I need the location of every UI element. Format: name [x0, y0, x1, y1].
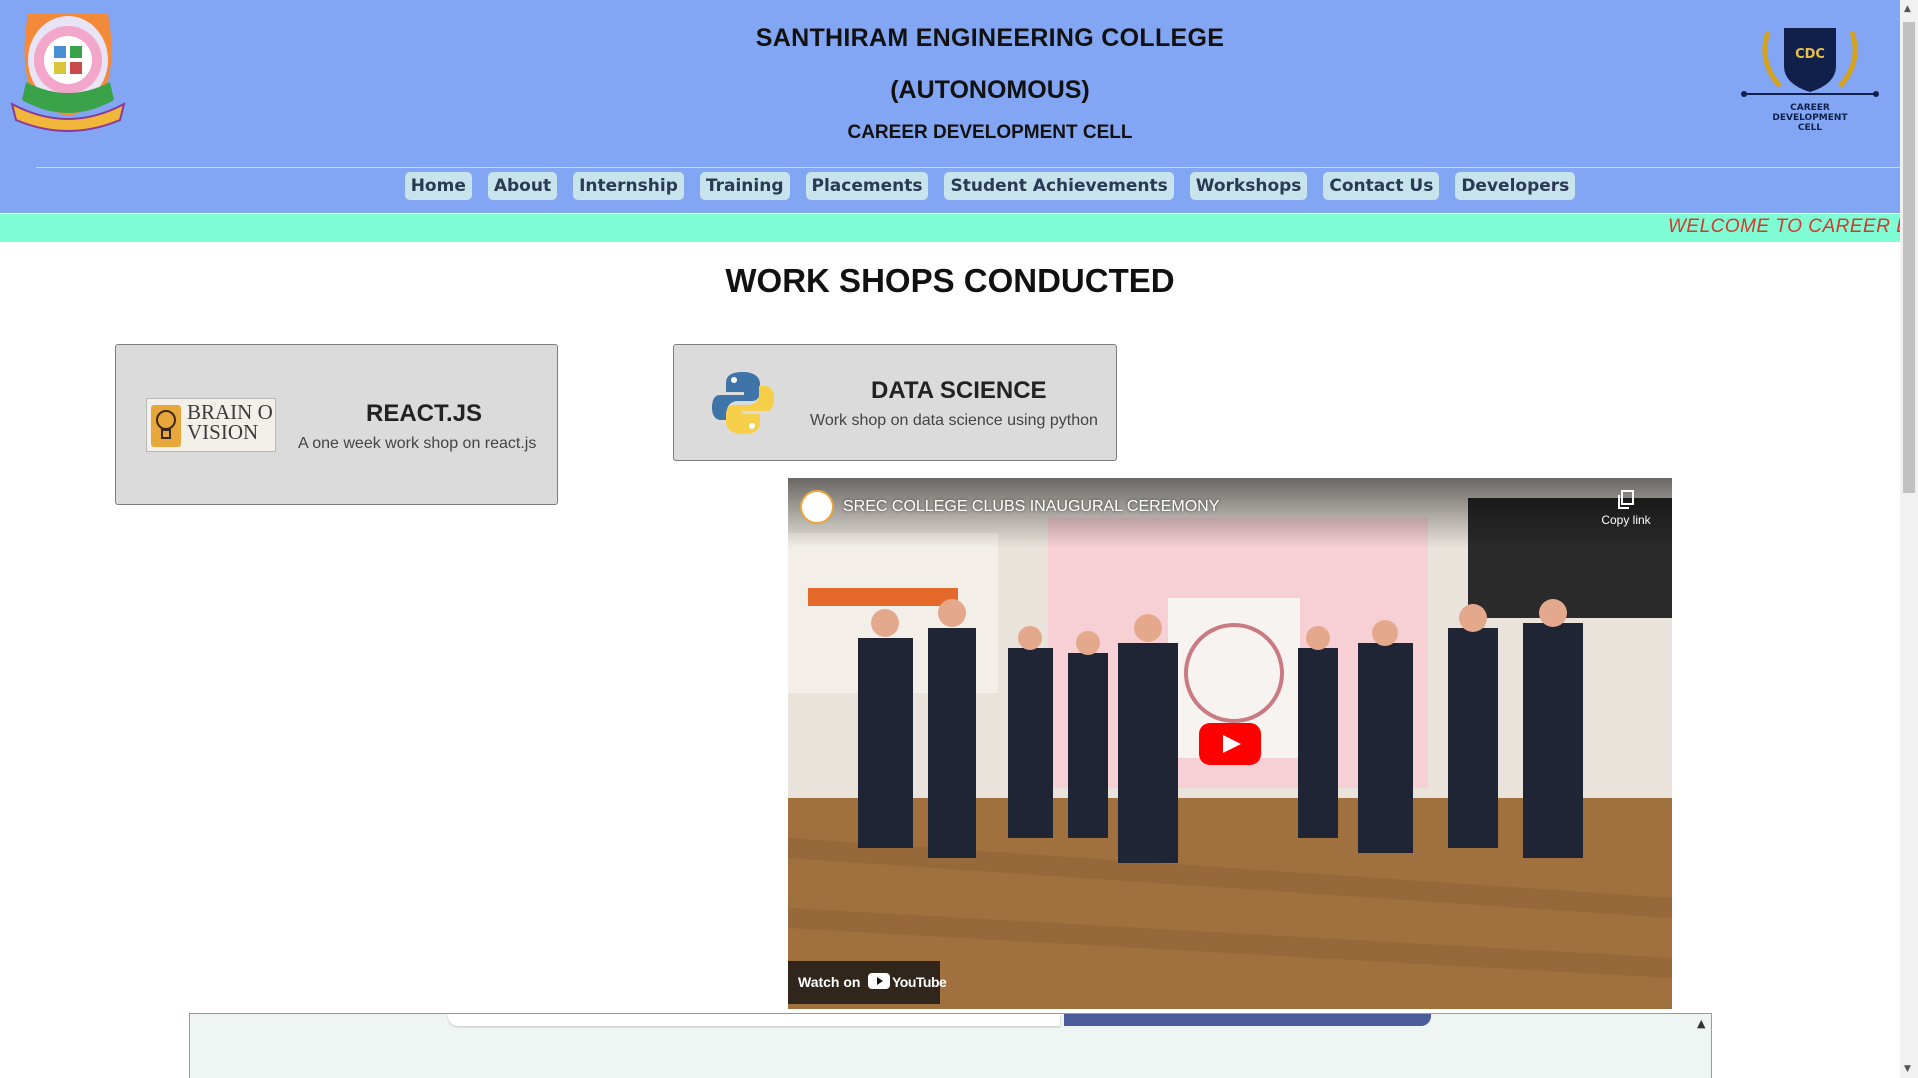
cdc-caption-2: DEVELOPMENT — [1772, 113, 1848, 123]
page-scrollbar[interactable]: ▲ ▼ — [1900, 0, 1918, 1078]
copy-link-button[interactable]: Copy link — [1596, 490, 1656, 527]
youtube-wordmark: YouTube — [892, 974, 947, 990]
copy-icon — [1618, 490, 1634, 509]
channel-avatar[interactable] — [800, 490, 834, 524]
college-title-block: SANTHIRAM ENGINEERING COLLEGE (AUTONOMOU… — [590, 18, 1390, 146]
workshop-title: DATA SCIENCE — [871, 377, 1047, 404]
workshop-card-reactjs[interactable]: BRAIN O VISION REACT.JS A one week work … — [115, 344, 558, 505]
nav-student-achievements[interactable]: Student Achievements — [944, 172, 1174, 200]
section-title: WORK SHOPS CONDUCTED — [725, 262, 1175, 299]
workshop-description: A one week work shop on react.js — [298, 435, 537, 452]
cdc-caption-1: CAREER — [1790, 103, 1830, 113]
frame-scroll-up-icon[interactable]: ▲ — [1697, 1017, 1705, 1030]
nav-home[interactable]: Home — [404, 172, 472, 200]
bulb-icon — [151, 405, 181, 447]
nav-contact-us[interactable]: Contact Us — [1323, 172, 1440, 200]
frame-banner-right — [1064, 1014, 1431, 1026]
nav-about[interactable]: About — [487, 172, 558, 200]
youtube-play-button-icon[interactable] — [1199, 723, 1261, 765]
site-header: SANTHIRAM ENGINEERING COLLEGE (AUTONOMOU… — [0, 0, 1900, 213]
video-title[interactable]: SREC COLLEGE CLUBS INAUGURAL CEREMONY — [843, 498, 1219, 516]
python-logo-icon — [712, 372, 774, 434]
frame-banner-left — [448, 1014, 1060, 1026]
cdc-logo: CDC CAREER DEVELOPMENT CELL — [1740, 22, 1880, 138]
watch-on-youtube-button[interactable]: Watch on YouTube — [788, 961, 947, 1004]
workshop-card-data-science[interactable]: DATA SCIENCE Work shop on data science u… — [673, 344, 1117, 461]
header-divider — [36, 167, 1900, 168]
embedded-frame[interactable]: ▲ — [189, 1013, 1712, 1078]
brain-o-vision-logo-text: BRAIN O VISION — [187, 400, 273, 444]
college-crest-logo — [10, 14, 126, 132]
scroll-up-arrow-icon[interactable]: ▲ — [1904, 4, 1911, 14]
nav-placements[interactable]: Placements — [805, 172, 929, 200]
youtube-logo-icon — [868, 973, 890, 989]
nav-training[interactable]: Training — [699, 172, 790, 200]
page: SANTHIRAM ENGINEERING COLLEGE (AUTONOMOU… — [0, 0, 1918, 1078]
nav-workshops[interactable]: Workshops — [1189, 172, 1308, 200]
brain-o-vision-logo: BRAIN O VISION — [146, 398, 276, 452]
scroll-down-arrow-icon[interactable]: ▼ — [1904, 1064, 1911, 1074]
workshop-description: Work shop on data science using python — [810, 412, 1098, 429]
cell-name: CAREER DEVELOPMENT CELL — [847, 122, 1133, 143]
cdc-logo-text: CDC — [1795, 47, 1825, 62]
nav-internship[interactable]: Internship — [573, 172, 684, 200]
workshop-title: REACT.JS — [366, 400, 483, 427]
main-nav: Home About Internship Training Placement… — [0, 172, 1900, 202]
college-name: SANTHIRAM ENGINEERING COLLEGE — [755, 24, 1225, 52]
watch-on-label: Watch on — [798, 974, 861, 990]
youtube-video-embed[interactable]: SREC COLLEGE CLUBS INAUGURAL CEREMONY Co… — [788, 478, 1672, 1009]
college-status: (AUTONOMOUS) — [890, 76, 1090, 104]
cdc-shield-icon: CDC CAREER DEVELOPMENT CELL — [1741, 28, 1879, 133]
copy-link-label: Copy link — [1601, 513, 1651, 527]
scroll-thumb[interactable] — [1903, 22, 1915, 493]
cdc-caption-3: CELL — [1798, 123, 1822, 133]
welcome-marquee: WELCOME TO CAREER DE — [0, 214, 1900, 242]
marquee-text: WELCOME TO CAREER DE — [1668, 216, 1900, 237]
nav-developers[interactable]: Developers — [1455, 172, 1576, 200]
